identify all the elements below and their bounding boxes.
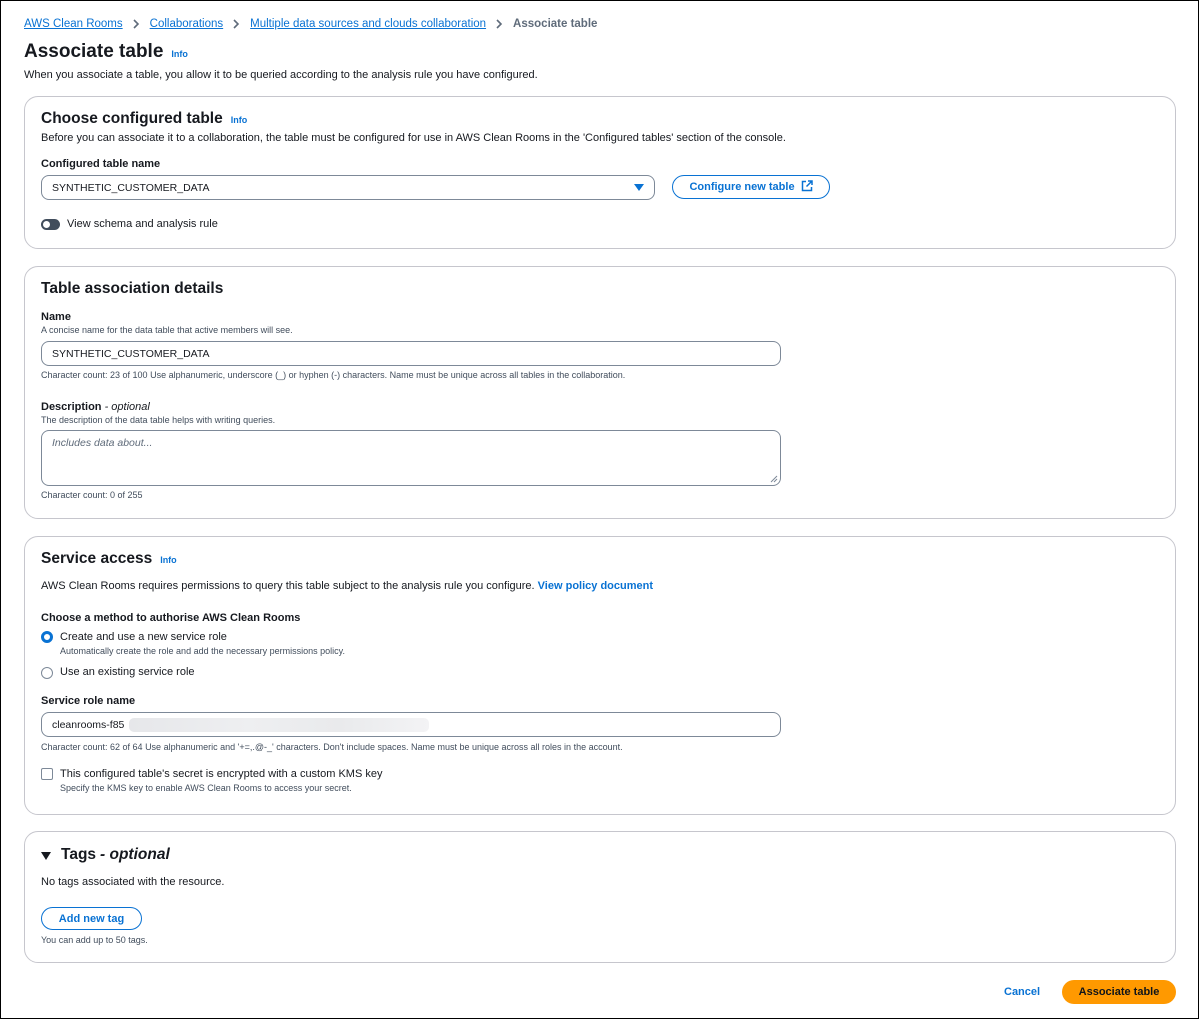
tags-empty-text: No tags associated with the resource.: [41, 876, 225, 888]
external-link-icon: [801, 179, 813, 195]
cancel-button[interactable]: Cancel: [1004, 986, 1040, 998]
kms-checkbox-label: This configured table's secret is encryp…: [60, 768, 383, 780]
service-access-heading-text: Service access: [41, 550, 153, 567]
redacted-text: [129, 718, 429, 732]
associate-table-button[interactable]: Associate table: [1062, 980, 1176, 1004]
description-label: Description - optional: [41, 401, 150, 413]
tags-heading-text: Tags: [61, 846, 97, 863]
name-input-value: SYNTHETIC_CUSTOMER_DATA: [52, 347, 210, 360]
add-new-tag-label: Add new tag: [58, 912, 125, 925]
service-access-card: Service access Info AWS Clean Rooms requ…: [24, 536, 1176, 815]
schema-toggle-label: View schema and analysis rule: [67, 218, 218, 230]
breadcrumb: AWS Clean Rooms Collaborations Multiple …: [24, 18, 597, 30]
radio-existing-role[interactable]: [41, 667, 53, 679]
page-title-text: Associate table: [24, 41, 164, 62]
caret-down-icon[interactable]: [41, 852, 51, 860]
role-name-value: cleanrooms-f85: [52, 718, 125, 731]
name-hint: A concise name for the data table that a…: [41, 325, 293, 335]
caret-down-icon: [634, 184, 644, 191]
breadcrumb-aws-clean-rooms[interactable]: AWS Clean Rooms: [24, 18, 123, 30]
configured-table-name-label: Configured table name: [41, 158, 161, 170]
name-constraint: Character count: 23 of 100 Use alphanume…: [41, 370, 626, 380]
breadcrumb-current: Associate table: [513, 18, 598, 30]
service-access-description: AWS Clean Rooms requires permissions to …: [41, 580, 653, 592]
kms-hint: Specify the KMS key to enable AWS Clean …: [60, 783, 352, 793]
associate-table-label: Associate table: [1078, 986, 1160, 998]
service-access-description-text: AWS Clean Rooms requires permissions to …: [41, 580, 535, 592]
description-hint: The description of the data table helps …: [41, 415, 276, 425]
chevron-right-icon: [133, 19, 140, 29]
name-label: Name: [41, 311, 71, 323]
tags-optional: - optional: [100, 846, 170, 863]
tags-heading[interactable]: Tags - optional: [61, 846, 170, 864]
breadcrumb-collaborations[interactable]: Collaborations: [150, 18, 224, 30]
tags-card: Tags - optional No tags associated with …: [24, 831, 1176, 963]
association-heading: Table association details: [41, 280, 224, 297]
radio-new-role-hint: Automatically create the role and add th…: [60, 646, 345, 656]
radio-existing-role-label: Use an existing service role: [60, 666, 195, 678]
schema-toggle[interactable]: [41, 219, 60, 230]
tags-limit: You can add up to 50 tags.: [41, 935, 148, 945]
description-textarea[interactable]: Includes data about...: [41, 430, 781, 486]
configured-table-heading-text: Choose configured table: [41, 110, 223, 127]
configured-table-card: Choose configured table Info Before you …: [24, 96, 1176, 249]
configure-new-table-button[interactable]: Configure new table: [672, 175, 830, 199]
configured-table-select[interactable]: SYNTHETIC_CUSTOMER_DATA: [41, 175, 655, 200]
description-label-text: Description: [41, 401, 102, 413]
description-optional: - optional: [104, 401, 150, 413]
configure-new-table-label: Configure new table: [689, 181, 795, 193]
configured-table-info-link[interactable]: Info: [231, 115, 248, 125]
breadcrumb-collaboration[interactable]: Multiple data sources and clouds collabo…: [250, 18, 486, 30]
role-name-label: Service role name: [41, 695, 136, 707]
resize-handle-icon[interactable]: [770, 475, 778, 483]
page-frame: AWS Clean Rooms Collaborations Multiple …: [0, 0, 1199, 1019]
method-label: Choose a method to authorise AWS Clean R…: [41, 612, 301, 624]
page-description: When you associate a table, you allow it…: [24, 69, 538, 81]
configured-table-description: Before you can associate it to a collabo…: [41, 132, 786, 144]
service-access-heading: Service access Info: [41, 550, 177, 568]
add-new-tag-button[interactable]: Add new tag: [41, 907, 142, 930]
page-info-link[interactable]: Info: [171, 49, 188, 59]
radio-new-role[interactable]: [41, 631, 53, 643]
description-placeholder: Includes data about...: [52, 437, 153, 449]
description-count: Character count: 0 of 255: [41, 490, 143, 500]
service-access-info-link[interactable]: Info: [160, 555, 177, 565]
radio-new-role-label: Create and use a new service role: [60, 631, 227, 643]
kms-checkbox[interactable]: [41, 768, 53, 780]
view-policy-link[interactable]: View policy document: [538, 580, 653, 592]
configured-table-select-value: SYNTHETIC_CUSTOMER_DATA: [52, 181, 210, 194]
role-name-constraint: Character count: 62 of 64 Use alphanumer…: [41, 742, 623, 752]
chevron-right-icon: [496, 19, 503, 29]
chevron-right-icon: [233, 19, 240, 29]
name-input[interactable]: SYNTHETIC_CUSTOMER_DATA: [41, 341, 781, 366]
configured-table-heading: Choose configured table Info: [41, 110, 247, 128]
page-title: Associate table Info: [24, 41, 188, 63]
association-details-card: Table association details Name A concise…: [24, 266, 1176, 519]
toggle-knob: [43, 221, 50, 228]
